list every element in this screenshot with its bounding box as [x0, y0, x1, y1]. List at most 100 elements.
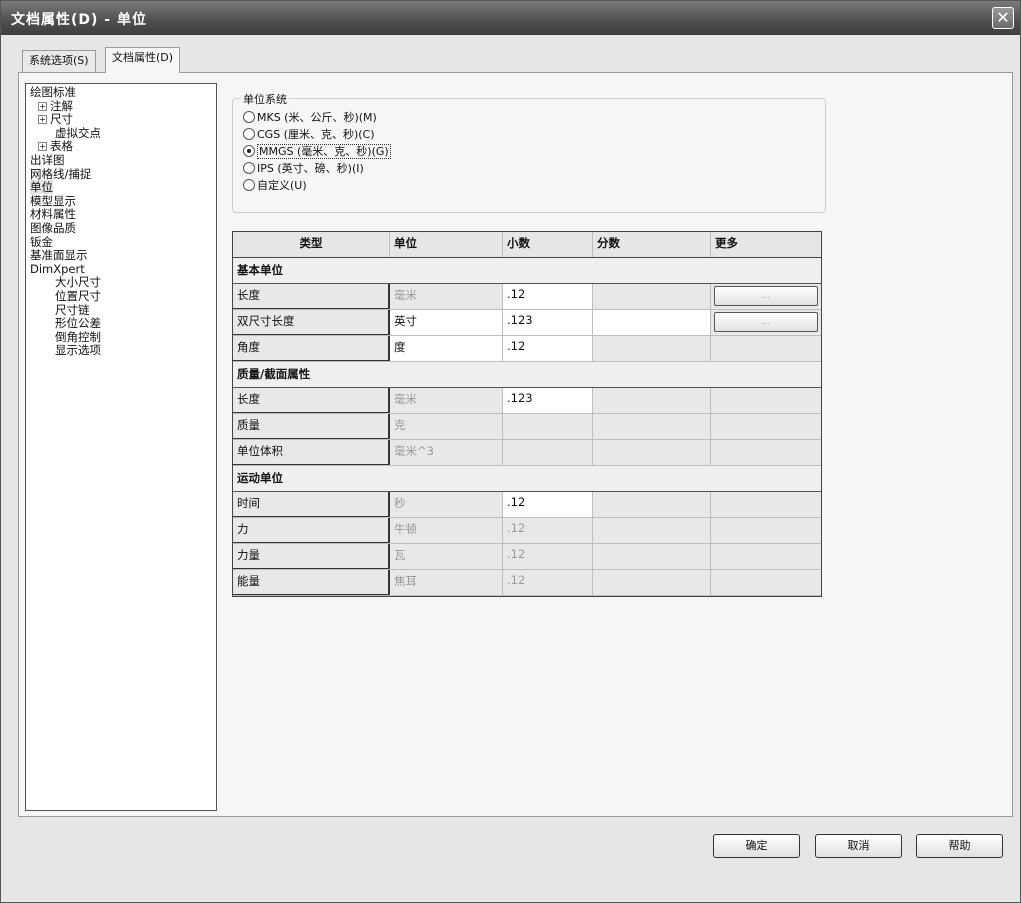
tree-item-label: 虚拟交点 — [55, 125, 101, 140]
fraction-cell — [593, 570, 711, 595]
decimal-cell — [503, 414, 593, 439]
options-tree[interactable]: 绘图标准 + 注解 + 尺寸 虚拟交点 + 表格 出详图 网格线/捕捉 单位 模型显示 材料属性 图像品质… — [25, 83, 217, 811]
unit-cell: 焦耳 — [390, 570, 503, 595]
column-header: 小数 — [503, 232, 593, 257]
tree-item[interactable]: 图像品质 — [28, 220, 214, 236]
radio-button[interactable] — [243, 162, 255, 174]
help-button[interactable]: 帮助 — [916, 834, 1003, 858]
tree-item[interactable]: 绘图标准 — [28, 85, 214, 100]
unit-system-radio[interactable]: MMGS (毫米、克、秒)(G) — [243, 143, 391, 159]
radio-label: MKS (米、公斤、秒)(M) — [257, 111, 377, 124]
tree-item[interactable]: 出详图 — [28, 153, 214, 168]
unit-system-radio[interactable]: CGS (厘米、克、秒)(C) — [243, 126, 375, 142]
decimal-cell[interactable]: .123 — [503, 388, 593, 413]
tree-item[interactable]: 基准面显示 — [28, 248, 214, 263]
more-cell — [711, 518, 821, 543]
fraction-cell — [593, 492, 711, 517]
radio-button[interactable] — [243, 111, 255, 123]
more-cell — [711, 440, 821, 465]
unit-cell[interactable]: 度 — [390, 336, 503, 361]
cancel-button[interactable]: 取消 — [815, 834, 902, 858]
more-cell: ... — [711, 310, 821, 335]
table-row: 单位体积 毫米^3 — [233, 440, 821, 466]
tree-item[interactable]: 显示选项 — [28, 343, 214, 358]
type-cell: 质量 — [233, 414, 390, 439]
table-row: 长度 毫米 .123 — [233, 388, 821, 414]
tree-item-label: 钣金 — [30, 234, 53, 249]
tree-item[interactable]: 位置尺寸 — [28, 289, 214, 304]
tree-item[interactable]: 模型显示 — [28, 193, 214, 209]
fraction-cell[interactable] — [593, 310, 711, 335]
window-title: 文档属性(D) - 单位 — [11, 12, 147, 28]
tab-document-properties[interactable]: 文档属性(D) — [105, 47, 181, 73]
type-cell: 角度 — [233, 336, 390, 361]
more-cell — [711, 388, 821, 413]
column-header: 更多 — [715, 236, 738, 250]
tree-item-label: 显示选项 — [55, 343, 101, 358]
unit-cell: 毫米 — [390, 388, 503, 413]
title-bar[interactable]: 文档属性(D) - 单位 ✕ — [1, 1, 1020, 35]
radio-button[interactable] — [243, 179, 255, 191]
radio-button[interactable] — [243, 145, 255, 157]
unit-system-radio[interactable]: IPS (英寸、磅、秒)(I) — [243, 160, 364, 176]
decimal-cell — [503, 440, 593, 465]
tree-item-label: 大小尺寸 — [55, 275, 101, 290]
more-cell — [711, 492, 821, 517]
tree-item[interactable]: 材料属性 — [28, 208, 214, 222]
close-icon: ✕ — [996, 8, 1010, 27]
tree-item-label: 网格线/捕捉 — [30, 166, 92, 181]
tab-label: 文档属性(D) — [112, 51, 174, 64]
expand-icon[interactable]: + — [38, 115, 47, 125]
tree-item[interactable]: + 尺寸 — [28, 112, 214, 127]
expand-icon[interactable]: + — [38, 101, 47, 111]
radio-button[interactable] — [243, 128, 255, 140]
tree-item[interactable]: 形位公差 — [28, 316, 214, 331]
decimal-cell[interactable]: .123 — [503, 310, 593, 335]
close-button[interactable]: ✕ — [992, 7, 1014, 29]
table-row: 角度度 .12 — [233, 336, 821, 362]
table-row: 力牛顿 .12 — [233, 518, 821, 544]
radio-label: 自定义(U) — [257, 179, 307, 192]
tree-item-label: 形位公差 — [55, 316, 101, 331]
tree-item[interactable]: 钣金 — [28, 234, 214, 250]
tree-item-label: 绘图标准 — [30, 85, 76, 99]
fraction-cell — [593, 414, 711, 439]
unit-cell[interactable]: 英寸 — [390, 310, 503, 335]
section-header: 运动单位 — [233, 466, 821, 492]
tree-item[interactable]: DimXpert — [28, 262, 214, 277]
more-button[interactable]: ... — [714, 312, 818, 332]
column-header: 分数 — [593, 232, 711, 257]
tab-system-options[interactable]: 系统选项(S) — [22, 50, 96, 72]
tree-item[interactable]: 单位 — [28, 180, 214, 195]
column-header: 单位 — [390, 232, 503, 257]
type-cell: 时间 — [233, 492, 390, 517]
more-button[interactable]: ... — [714, 286, 818, 306]
unit-cell: 瓦 — [390, 544, 503, 569]
unit-cell: 毫米^3 — [390, 440, 503, 465]
unit-system-radio[interactable]: MKS (米、公斤、秒)(M) — [243, 109, 377, 125]
tree-item-label: 图像品质 — [30, 220, 76, 235]
tree-item[interactable]: + 注解 — [28, 99, 214, 114]
tree-item[interactable]: 大小尺寸 — [28, 276, 214, 290]
decimal-cell: .12 — [503, 570, 593, 595]
radio-label: MMGS (毫米、克、秒)(G) — [257, 144, 391, 159]
document-properties-dialog: 文档属性(D) - 单位 ✕ 系统选项(S) 文档属性(D) 绘图标准 + 注解 + 尺… — [0, 0, 1021, 903]
units-table: 类型 单位 小数 分数 更多 基本单位 长度 毫米 .12... 双尺寸长度 英寸 .123... 角度… — [232, 231, 822, 597]
decimal-cell[interactable]: .12 — [503, 336, 593, 361]
tree-item[interactable]: 尺寸链 — [28, 303, 214, 318]
more-cell — [711, 414, 821, 439]
decimal-cell[interactable]: .12 — [503, 492, 593, 517]
tree-item[interactable]: 虚拟交点 — [28, 125, 214, 141]
unit-system-radio[interactable]: 自定义(U) — [243, 177, 307, 193]
fraction-cell — [593, 518, 711, 543]
expand-icon[interactable]: + — [38, 142, 47, 152]
tree-item[interactable]: 网格线/捕捉 — [28, 166, 214, 182]
tree-item-label: 模型显示 — [30, 193, 76, 208]
tree-item[interactable]: 倒角控制 — [28, 330, 214, 345]
decimal-cell[interactable]: .12 — [503, 284, 593, 309]
unit-cell: 秒 — [390, 492, 503, 517]
type-cell: 力 — [233, 518, 390, 543]
tree-item-label: 材料属性 — [30, 207, 76, 222]
tree-item[interactable]: + 表格 — [28, 140, 214, 154]
ok-button[interactable]: 确定 — [713, 834, 800, 858]
